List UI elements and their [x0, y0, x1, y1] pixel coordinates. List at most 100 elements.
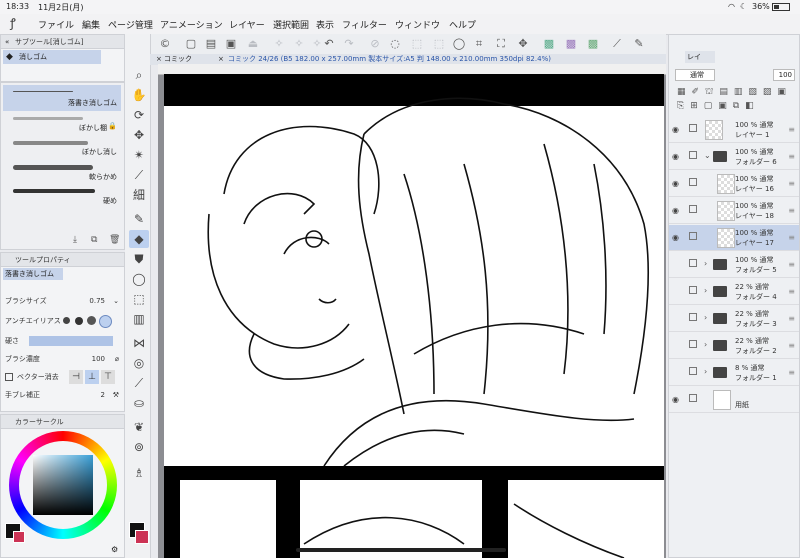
drag-handle-icon[interactable]: ≡: [788, 368, 795, 377]
download-icon[interactable]: ⤓: [73, 235, 77, 245]
drag-handle-icon[interactable]: ≡: [788, 341, 795, 350]
layer-row[interactable]: ◉ 100 % 通常 レイヤー 18 ≡: [669, 198, 799, 224]
color-picker-icon[interactable]: ♗: [129, 464, 149, 482]
layer-toolbar[interactable]: ▦✐⛫▤▥▧▨▣: [677, 87, 792, 98]
open-file-icon[interactable]: ▤: [204, 37, 218, 51]
chevron-right-icon[interactable]: ›: [704, 340, 707, 349]
ruler-icon[interactable]: ⟋: [129, 374, 149, 392]
lasso-icon[interactable]: ◯: [129, 270, 149, 288]
drag-handle-icon[interactable]: ≡: [788, 179, 795, 188]
antialias-weak-icon[interactable]: [75, 317, 83, 325]
lock-toggle-icon[interactable]: [689, 205, 697, 213]
eraser-tool-icon[interactable]: ◆: [129, 230, 149, 248]
airbrush-icon[interactable]: ⛀: [129, 394, 149, 412]
stabilization-value[interactable]: 2: [101, 387, 105, 403]
chevron-down-icon[interactable]: ⌄: [113, 293, 119, 309]
correction-icon[interactable]: ⊚: [129, 438, 149, 456]
move-icon[interactable]: ✥: [516, 37, 530, 51]
menu-file[interactable]: ファイル: [38, 18, 74, 31]
lock-toggle-icon[interactable]: [689, 232, 697, 240]
lock-toggle-icon[interactable]: [689, 367, 697, 375]
antialias-strong-icon[interactable]: [99, 315, 112, 328]
lock-toggle-icon[interactable]: [689, 340, 697, 348]
opacity-field[interactable]: 100: [773, 69, 795, 81]
menu-help[interactable]: ヘルプ: [449, 18, 476, 31]
lock-toggle-icon[interactable]: [689, 259, 697, 267]
brush-size-value[interactable]: 0.75: [89, 293, 105, 309]
antialias-none-icon[interactable]: [63, 317, 70, 324]
erase-intersection-icon[interactable]: ⊥: [85, 370, 99, 384]
vector-erase-row[interactable]: ベクター消去 ⊣ ⊥ ⊤: [5, 369, 121, 385]
drag-handle-icon[interactable]: ≡: [788, 260, 795, 269]
deselect-icon[interactable]: ⬚: [410, 37, 424, 51]
link-icon[interactable]: ⌀: [115, 351, 119, 367]
zoom-icon[interactable]: ⌕: [129, 66, 149, 84]
wrench-icon[interactable]: ⚒: [113, 387, 119, 403]
trash-icon[interactable]: 🗑: [109, 235, 120, 245]
layer-row[interactable]: ◉ 100 % 通常 レイヤー 17 ≡: [669, 225, 799, 251]
rect-select-icon[interactable]: ⬚: [129, 290, 149, 308]
menu-edit[interactable]: 編集: [82, 18, 100, 31]
layer-row[interactable]: › 22 % 通常 フォルダー 3 ≡: [669, 306, 799, 332]
drag-handle-icon[interactable]: ≡: [788, 206, 795, 215]
invert-selection-icon[interactable]: ⬚: [432, 37, 446, 51]
frame-icon[interactable]: ⋈: [129, 334, 149, 352]
drag-handle-icon[interactable]: ≡: [788, 233, 795, 242]
color-layer-icon[interactable]: ▩: [586, 37, 600, 51]
menu-animation[interactable]: アニメーション: [160, 18, 223, 31]
menu-view[interactable]: 表示: [316, 18, 334, 31]
layer-row[interactable]: ◉ 用紙: [669, 387, 799, 413]
antialias-row[interactable]: アンチエイリアス: [5, 313, 121, 329]
chevron-right-icon[interactable]: ›: [704, 367, 707, 376]
reference-layer-icon[interactable]: ▩: [542, 37, 556, 51]
blend-mode-select[interactable]: 通常: [675, 69, 715, 81]
panel-close-icon[interactable]: «: [5, 38, 9, 46]
pen-icon[interactable]: ✎: [129, 210, 149, 228]
decoration-icon[interactable]: ❦: [129, 418, 149, 436]
rotate-icon[interactable]: ⟳: [129, 106, 149, 124]
lock-toggle-icon[interactable]: [689, 124, 697, 132]
density-row[interactable]: ブラシ濃度 100 ⌀: [5, 351, 121, 367]
copy-icon[interactable]: ⧉: [91, 235, 97, 245]
menu-window[interactable]: ウィンドウ: [395, 18, 440, 31]
lock-toggle-icon[interactable]: [689, 313, 697, 321]
transparent-icon[interactable]: ◌: [388, 37, 402, 51]
menu-layer[interactable]: レイヤー: [229, 18, 265, 31]
lock-toggle-icon[interactable]: [689, 394, 697, 402]
list-item[interactable]: 落書き消しゴム: [3, 85, 121, 111]
layer-row[interactable]: ◉ ⌄ 100 % 通常 フォルダー 6 ≡: [669, 144, 799, 170]
canvas-paper[interactable]: [164, 74, 664, 558]
lasso-icon[interactable]: ◯: [452, 37, 466, 51]
lock-toggle-icon[interactable]: [689, 178, 697, 186]
app-logo-icon[interactable]: ꝭ: [10, 16, 24, 30]
redo-icon[interactable]: ↷: [342, 37, 356, 51]
clear-icon[interactable]: ⊘: [368, 37, 382, 51]
fill-icon[interactable]: ⛊: [129, 250, 149, 268]
eye-icon[interactable]: ◉: [672, 206, 679, 215]
layer-row[interactable]: › 22 % 通常 フォルダー 4 ≡: [669, 279, 799, 305]
layer-row[interactable]: ◉ 100 % 通常 レイヤー 16 ≡: [669, 171, 799, 197]
export-icon[interactable]: ⏏: [246, 37, 260, 51]
vector-erase-checkbox[interactable]: [5, 373, 13, 381]
color-wheel[interactable]: [9, 431, 117, 539]
list-item[interactable]: 軟らかめ: [3, 161, 121, 183]
color-settings-icon[interactable]: ⚙: [111, 545, 118, 554]
eye-icon[interactable]: ◉: [672, 179, 679, 188]
chevron-right-icon[interactable]: ›: [704, 286, 707, 295]
layer-row[interactable]: › 22 % 通常 フォルダー 2 ≡: [669, 333, 799, 359]
drag-handle-icon[interactable]: ≡: [788, 152, 795, 161]
drag-handle-icon[interactable]: ≡: [788, 287, 795, 296]
chevron-right-icon[interactable]: ›: [704, 313, 707, 322]
chevron-right-icon[interactable]: ⌄: [704, 151, 711, 160]
vector-layer-icon[interactable]: ▩: [564, 37, 578, 51]
sub-color-chip[interactable]: [135, 530, 149, 544]
magic-wand-icon[interactable]: ✧: [272, 37, 286, 51]
sub-color-swatch[interactable]: [13, 531, 25, 543]
subtool-group-tab[interactable]: 消しゴム: [3, 50, 101, 64]
hardness-slider[interactable]: [29, 336, 113, 346]
menu-page[interactable]: ページ管理: [108, 18, 153, 31]
hardness-row[interactable]: 硬さ: [5, 333, 121, 349]
antialias-mid-icon[interactable]: [87, 316, 96, 325]
stabilization-row[interactable]: 手ブレ補正 2 ⚒: [5, 387, 121, 403]
hand-icon[interactable]: ✋: [129, 86, 149, 104]
